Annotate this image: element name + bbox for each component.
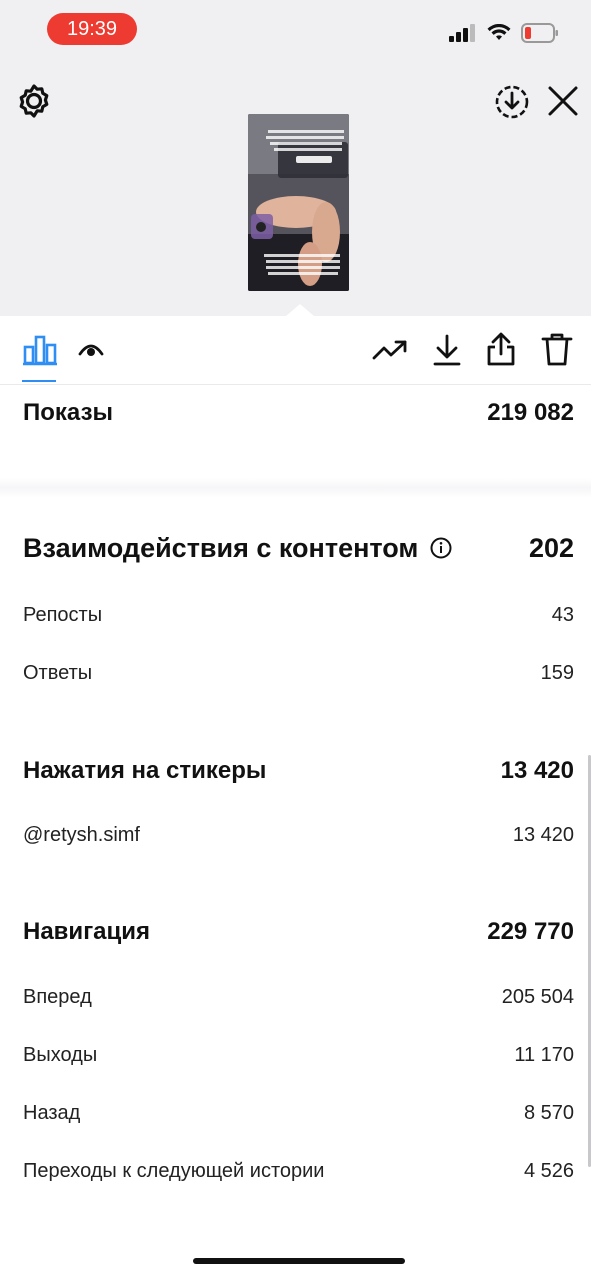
next-story-label: Переходы к следующей истории bbox=[23, 1159, 325, 1182]
download-icon[interactable] bbox=[432, 334, 462, 366]
close-icon[interactable] bbox=[546, 84, 580, 118]
list-item: @retysh.simf 13 420 bbox=[23, 820, 574, 850]
share-icon[interactable] bbox=[485, 332, 517, 366]
info-icon[interactable] bbox=[430, 537, 452, 559]
next-story-value: 4 526 bbox=[523, 1159, 574, 1182]
impressions-row: Показы 219 082 bbox=[23, 396, 574, 430]
story-thumbnail[interactable] bbox=[248, 114, 349, 291]
replies-value: 159 bbox=[540, 661, 574, 684]
home-indicator[interactable] bbox=[193, 1258, 405, 1264]
interactions-header: Взаимодействия с контентом 202 bbox=[23, 528, 574, 568]
stickers-value: 13 420 bbox=[500, 757, 574, 784]
insights-toolbar bbox=[0, 316, 591, 385]
sticker-mention-label[interactable]: @retysh.simf bbox=[23, 824, 140, 847]
trending-icon[interactable] bbox=[372, 338, 408, 362]
eye-icon[interactable] bbox=[78, 342, 104, 358]
navigation-label: Навигация bbox=[23, 918, 151, 945]
forward-label: Вперед bbox=[23, 985, 92, 1008]
exits-value: 11 170 bbox=[514, 1043, 574, 1066]
forward-value: 205 504 bbox=[501, 985, 574, 1008]
interactions-label: Взаимодействия с контентом bbox=[23, 532, 419, 563]
exits-label: Выходы bbox=[23, 1043, 98, 1066]
battery-icon bbox=[521, 23, 558, 43]
navigation-header: Навигация 229 770 bbox=[23, 915, 574, 949]
status-icons bbox=[449, 22, 559, 44]
story-image bbox=[248, 114, 349, 291]
list-item: Выходы 11 170 bbox=[23, 1040, 574, 1070]
trash-icon[interactable] bbox=[541, 332, 573, 366]
impressions-label: Показы bbox=[23, 399, 113, 426]
signal-icon bbox=[449, 24, 475, 42]
replies-label: Ответы bbox=[23, 661, 93, 684]
list-item: Ответы 159 bbox=[23, 658, 574, 688]
wifi-icon bbox=[487, 24, 511, 40]
stickers-header: Нажатия на стикеры 13 420 bbox=[23, 754, 574, 788]
impressions-value: 219 082 bbox=[487, 399, 574, 426]
bar-chart-icon[interactable] bbox=[23, 333, 57, 367]
list-item: Переходы к следующей истории 4 526 bbox=[23, 1156, 574, 1186]
status-time: 19:39 bbox=[47, 13, 137, 45]
navigation-value: 229 770 bbox=[487, 918, 574, 945]
section-divider bbox=[0, 478, 591, 498]
list-item: Вперед 205 504 bbox=[23, 982, 574, 1012]
sticker-mention-value: 13 420 bbox=[512, 823, 574, 846]
back-label: Назад bbox=[23, 1101, 81, 1124]
stickers-label: Нажатия на стикеры bbox=[23, 757, 267, 784]
selection-pointer bbox=[286, 304, 314, 316]
gear-icon[interactable] bbox=[16, 83, 52, 119]
active-tab-indicator bbox=[22, 380, 56, 382]
reposts-value: 43 bbox=[551, 603, 574, 626]
download-circle-icon[interactable] bbox=[494, 84, 530, 120]
interactions-value: 202 bbox=[528, 532, 574, 563]
reposts-label: Репосты bbox=[23, 603, 103, 626]
list-item: Назад 8 570 bbox=[23, 1098, 574, 1128]
back-value: 8 570 bbox=[523, 1101, 574, 1124]
story-preview-area: 19:39 bbox=[0, 0, 591, 316]
list-item: Репосты 43 bbox=[23, 600, 574, 630]
